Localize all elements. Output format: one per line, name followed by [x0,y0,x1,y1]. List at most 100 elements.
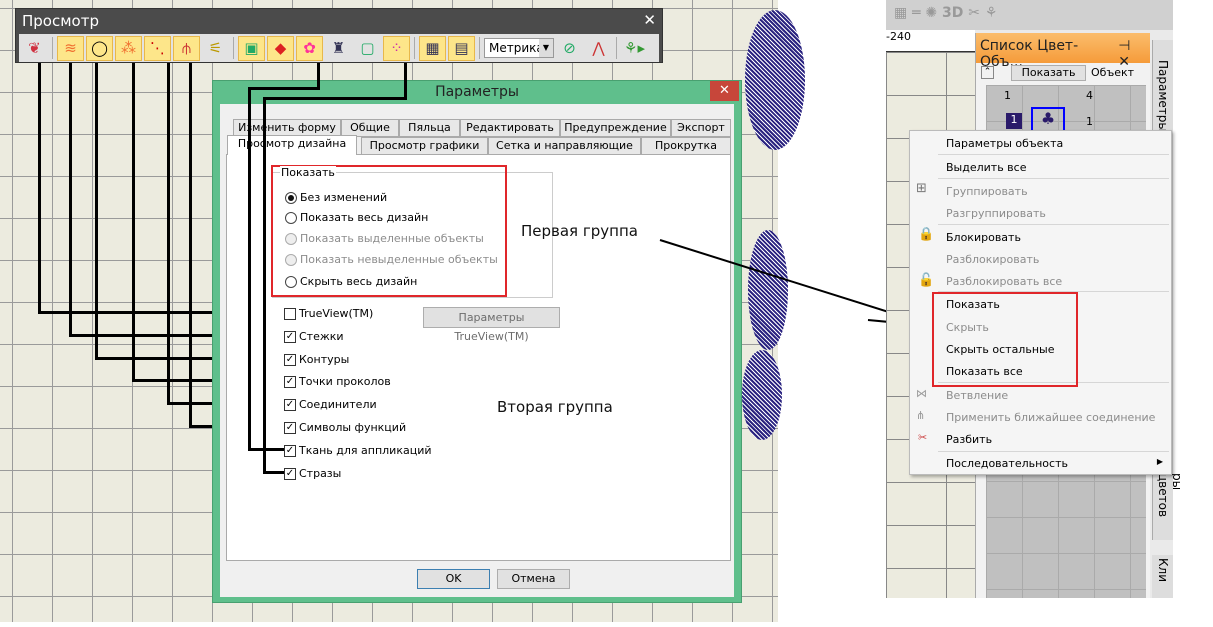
menu-item-label: Группировать [946,185,1028,198]
tab-export[interactable]: Экспорт [671,119,731,137]
tab-graphics-view[interactable]: Просмотр графики [361,137,488,155]
menu-item[interactable]: Группировать [946,185,1028,198]
tab-grid-guides[interactable]: Сетка и направляющие [488,137,641,155]
radio-button[interactable] [285,275,297,288]
menu-item[interactable]: Последовательность ▶ [946,457,1163,470]
radio-label: Без изменений [300,191,388,204]
side-tab-colors[interactable]: ры цветов [1153,470,1187,540]
ruler: -240 [886,30,975,52]
embroidery-shape [745,10,805,150]
outlines-icon[interactable]: ◯ [86,35,113,61]
checkbox-option[interactable]: TrueView(TM) [284,307,373,320]
menu-item[interactable]: Параметры объекта [946,137,1063,150]
menu-item[interactable]: Разбить [946,433,992,446]
checkbox[interactable] [284,307,296,320]
collapse-icon[interactable]: ⌃ [981,66,994,79]
checkbox-option[interactable]: ✓ Ткань для аппликаций [284,444,432,457]
menu-item[interactable]: Блокировать [946,231,1021,244]
hoop-icon[interactable]: ▢ [354,36,381,61]
show-button[interactable]: Показать [1011,65,1086,81]
background-icon[interactable]: ▣ [238,35,265,61]
checkbox[interactable]: ✓ [284,421,296,434]
garment-icon[interactable]: ♜ [325,36,352,61]
tab-hoops[interactable]: Пяльца [399,119,460,137]
tab-design-view[interactable]: Просмотр дизайна [227,135,357,155]
applique-fabric-icon[interactable]: ✿ [296,35,323,61]
pin-close-icon[interactable]: ⊣ ✕ [1118,38,1146,70]
checkbox-label: TrueView(TM) [299,307,374,320]
dialog-title: Параметры [435,84,519,100]
side-tab-label: ры цветов [1156,473,1184,518]
checkbox-option[interactable]: ✓ Символы функций [284,421,406,434]
group-icon: ⊞ [916,181,927,196]
menu-item[interactable]: Разгруппировать [946,207,1046,220]
menu-item[interactable]: Выделить все [946,161,1026,174]
rhinestones-icon[interactable]: ⁘ [383,35,410,61]
checkbox[interactable]: ✓ [284,398,296,411]
menu-item-label: Выделить все [946,161,1027,174]
fish-icon[interactable]: ⚟ [202,36,229,61]
radio-option[interactable]: Скрыть весь дизайн [285,275,417,288]
checkbox-option[interactable]: ✓ Соединители [284,398,377,411]
color-swatch[interactable]: 1 [1006,113,1022,129]
menu-item[interactable]: Разблокировать все [946,275,1062,288]
tab-scroll[interactable]: Прокрутка [641,137,731,155]
dialog-close-button[interactable]: ✕ [710,81,739,101]
checkbox-option[interactable]: ✓ Точки проколов [284,375,391,388]
radio-option[interactable]: Показать невыделенные объекты [285,253,498,266]
checkbox[interactable]: ✓ [284,375,296,388]
checkbox-option[interactable]: ✓ Контуры [284,353,349,366]
radio-label: Показать весь дизайн [300,211,429,224]
menu-item-label: Последовательность [946,457,1068,470]
radio-option[interactable]: Показать выделенные объекты [285,232,484,245]
reshape-icon[interactable]: ⋀ [585,36,612,61]
panel-header: Список Цвет-Объ... ⊣ ✕ [976,33,1150,70]
stitches-leaf-icon[interactable]: ❦ [21,36,48,61]
radio-button[interactable] [285,191,297,204]
measure-icon[interactable]: ⊘ [556,36,583,61]
radio-button[interactable] [285,253,297,266]
menu-item[interactable]: Ветвление [946,389,1008,402]
radio-button[interactable] [285,232,297,245]
checkbox[interactable]: ✓ [284,444,296,457]
side-tab-clipart[interactable]: Кли [1152,555,1173,598]
units-select-value: Метрика [489,41,544,55]
toolbar-close-button[interactable]: ✕ [643,11,656,29]
checkbox[interactable]: ✓ [284,353,296,366]
menu-separator [938,451,1169,452]
more-tools-icon[interactable]: ⚘▸ [621,36,648,61]
menu-item-label: Разблокировать [946,253,1040,266]
checkbox-option[interactable]: ✓ Стразы [284,467,341,480]
checkbox-label: Соединители [299,398,377,411]
menu-item[interactable]: Разблокировать [946,253,1039,266]
function-symbols-icon[interactable]: ⫛ [173,35,200,61]
side-tab-label: Параметры [1156,60,1170,132]
grid-icon[interactable]: ▦ [419,35,446,61]
checkbox-option[interactable]: ✓ Стежки [284,330,344,343]
object-label: Объект [1091,66,1135,79]
toolbar-title: Просмотр [22,12,99,30]
stitches-icon[interactable]: ≋ [57,35,84,61]
checkbox[interactable]: ✓ [284,330,296,343]
shapes-icon[interactable]: ◆ [267,35,294,61]
menu-item[interactable]: Применить ближайшее соединение [946,411,1155,424]
tab-edit[interactable]: Редактировать [460,119,560,137]
radio-button[interactable] [285,211,297,224]
ok-button[interactable]: OK [417,569,490,589]
cancel-button[interactable]: Отмена [497,569,570,589]
checkbox[interactable]: ✓ [284,467,296,480]
first-group-label: Первая группа [521,222,638,240]
needle-points-icon[interactable]: ⁂ [115,35,142,61]
menu-item-label: Параметры объекта [946,137,1064,150]
checkbox-label: Точки проколов [299,375,391,388]
lock-icon: 🔒 [918,227,935,242]
closest-join-icon: ⋔ [916,409,926,422]
radio-option[interactable]: Показать весь дизайн [285,211,428,224]
tab-warning[interactable]: Предупреждение [560,119,671,137]
connectors-icon[interactable]: ⋱ [144,35,171,61]
checkbox-label: Стразы [299,467,342,480]
trueview-settings-button[interactable]: Параметры TrueView(TM) [423,307,560,343]
guides-icon[interactable]: ▤ [448,35,475,61]
units-select[interactable]: Метрика ▼ [484,38,554,58]
radio-option[interactable]: Без изменений [285,191,387,204]
